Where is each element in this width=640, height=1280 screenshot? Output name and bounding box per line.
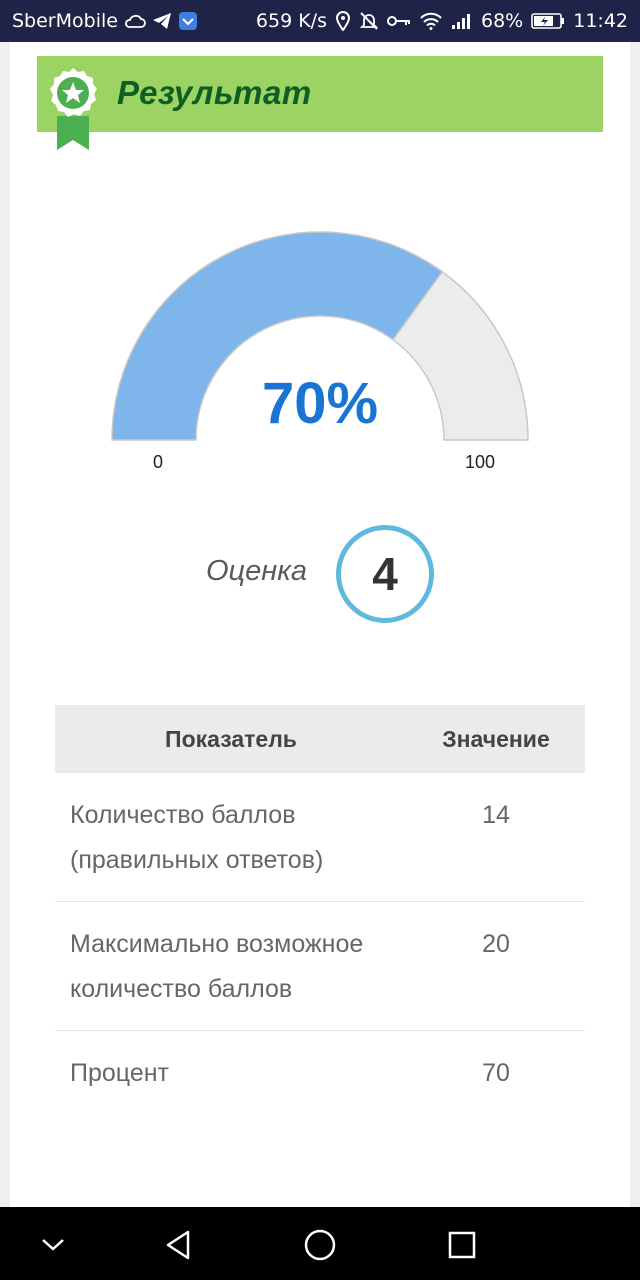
status-bar: SberMobile 659 K/s 68% 11:42 — [0, 0, 640, 42]
location-icon — [335, 11, 351, 31]
recents-icon[interactable] — [442, 1225, 482, 1265]
navigation-bar — [0, 1207, 640, 1280]
gauge-value: 70% — [261, 371, 379, 436]
collapse-icon[interactable] — [33, 1225, 73, 1265]
network-speed: 659 K/s — [255, 10, 327, 32]
grade-badge: 4 — [336, 525, 434, 623]
app-notification-icon — [178, 11, 198, 31]
row-name: Количество баллов (правильных ответов) — [70, 801, 324, 874]
award-badge-icon — [45, 66, 101, 152]
signal-icon — [451, 12, 473, 30]
results-table: Показатель Значение Количество баллов (п… — [55, 705, 585, 1114]
table-row: Процент 70 — [55, 1031, 585, 1114]
battery-percent: 68% — [481, 10, 524, 32]
row-value: 70 — [482, 1059, 510, 1087]
gauge-min-label: 0 — [153, 452, 164, 472]
row-name: Процент — [70, 1059, 169, 1087]
back-icon[interactable] — [158, 1225, 198, 1265]
wifi-icon — [419, 12, 443, 30]
table-header: Показатель Значение — [55, 705, 585, 773]
table-row: Количество баллов (правильных ответов) 1… — [55, 773, 585, 902]
grade-label: Оценка — [206, 555, 308, 587]
telegram-icon — [152, 12, 172, 30]
key-icon — [387, 14, 411, 28]
result-title: Результат — [117, 74, 312, 111]
column-header-value: Значение — [442, 725, 550, 752]
table-row: Максимально возможное количество баллов … — [55, 902, 585, 1031]
row-value: 20 — [482, 930, 510, 958]
score-gauge: 70% — [110, 222, 530, 482]
clock: 11:42 — [573, 10, 628, 32]
home-icon[interactable] — [300, 1225, 340, 1265]
row-value: 14 — [482, 801, 510, 829]
result-banner: Результат — [37, 56, 603, 150]
mute-icon — [359, 11, 379, 31]
gauge-max-label: 100 — [465, 452, 496, 472]
result-card: Результат 70% 0 100 Оценка 4 Показатель … — [10, 42, 630, 1207]
column-header-indicator: Показатель — [165, 725, 297, 752]
row-name: Максимально возможное количество баллов — [70, 930, 364, 1003]
battery-icon — [531, 12, 565, 30]
carrier-name: SberMobile — [12, 10, 118, 32]
cloud-icon — [124, 13, 146, 29]
